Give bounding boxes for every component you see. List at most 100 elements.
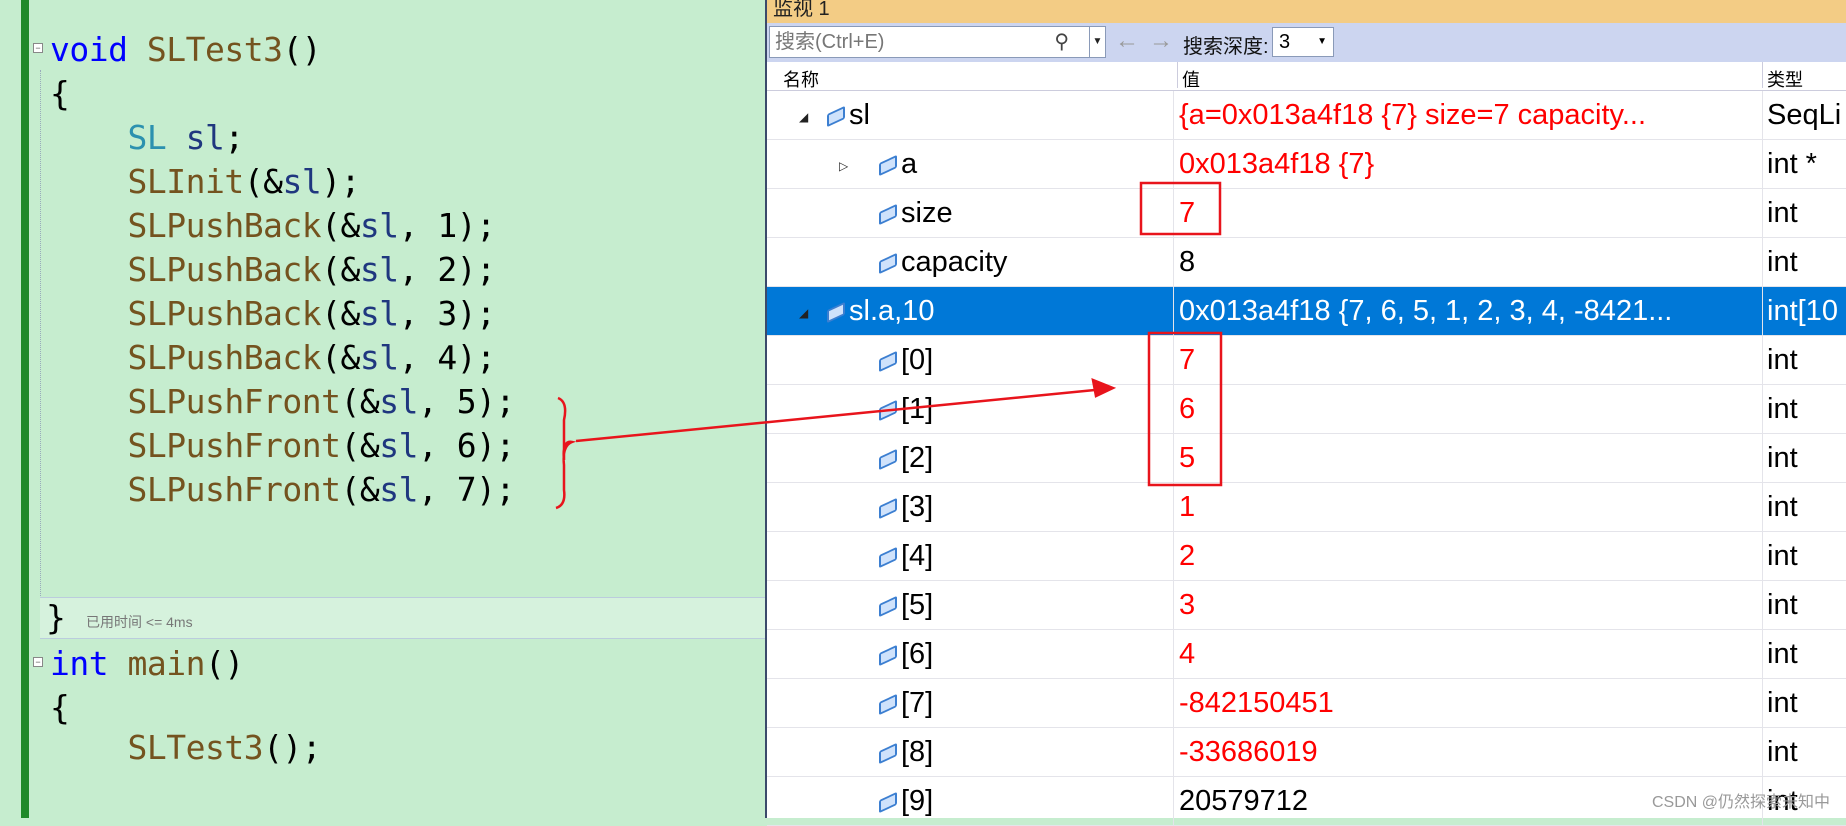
watch-value-cell[interactable]: 1 <box>1173 483 1846 531</box>
search-depth-value: 3 <box>1279 31 1291 53</box>
watch-name: sl <box>849 99 870 131</box>
variable-icon <box>879 203 897 226</box>
code-token: SLInit <box>127 162 244 201</box>
code-token: sl <box>185 118 225 157</box>
watch-name: [1] <box>901 393 934 425</box>
search-depth-label: 搜索深度: <box>1183 36 1269 58</box>
column-type[interactable]: 类型 <box>1762 62 1803 90</box>
watch-name: capacity <box>901 246 1008 278</box>
code-line: SLPushFront(&sl, 6); <box>50 424 515 468</box>
watch-value-cell[interactable]: 7 <box>1173 336 1846 384</box>
code-line: SLTest3(); <box>50 726 321 770</box>
column-name[interactable]: 名称 <box>783 66 819 92</box>
fold-toggle-icon[interactable]: − <box>33 657 43 667</box>
watch-type-cell: int <box>1762 336 1846 384</box>
watch-row[interactable]: capacity 8 int <box>767 238 1846 287</box>
code-token: , 3); <box>398 294 496 333</box>
watch-name-cell: [1] <box>767 385 1172 433</box>
search-options-dropdown-icon[interactable]: ▼ <box>1089 27 1105 57</box>
watch-name: [8] <box>901 736 934 768</box>
watch-value-cell[interactable]: -33686019 <box>1173 728 1846 776</box>
search-placeholder: 搜索(Ctrl+E) <box>775 31 885 53</box>
watch-row[interactable]: size 7 int <box>767 189 1846 238</box>
search-depth-select[interactable]: 3 ▼ <box>1272 27 1334 57</box>
watch-value-cell[interactable]: {a=0x013a4f18 {7} size=7 capacity... <box>1173 91 1846 139</box>
code-editor[interactable]: − − void SLTest3(){ SL sl; SLInit(&sl); … <box>0 0 765 818</box>
watch-name: [2] <box>901 442 934 474</box>
watch-row[interactable]: [3] 1 int <box>767 483 1846 532</box>
code-token: SLPushBack <box>127 250 322 289</box>
variable-icon <box>879 350 897 373</box>
watch-row[interactable]: [8] -33686019 int <box>767 728 1846 777</box>
watch-value-cell[interactable]: 3 <box>1173 581 1846 629</box>
watch-value-cell[interactable]: -842150451 <box>1173 679 1846 727</box>
code-line: SL sl; <box>50 116 244 160</box>
code-token: (& <box>340 426 380 465</box>
watch-value-cell[interactable]: 7 <box>1173 189 1846 237</box>
watch-type-cell: int <box>1762 238 1846 286</box>
watch-row[interactable]: [0] 7 int <box>767 336 1846 385</box>
fold-toggle-icon[interactable]: − <box>33 43 43 53</box>
code-token: SLPushFront <box>127 470 341 509</box>
elapsed-time-hint: 已用时间 <= 4ms <box>86 614 193 630</box>
watch-row[interactable]: ▷ a 0x013a4f18 {7} int * <box>767 140 1846 189</box>
watch-name-cell: [6] <box>767 630 1172 678</box>
watch-name: [9] <box>901 785 934 817</box>
expanded-triangle-icon[interactable]: ◢ <box>799 289 808 335</box>
code-token: (& <box>321 294 360 333</box>
watch-row[interactable]: [4] 2 int <box>767 532 1846 581</box>
watch-row[interactable]: ◢ sl.a,10 0x013a4f18 {7, 6, 5, 1, 2, 3, 4,… <box>767 287 1846 336</box>
forward-arrow-icon[interactable]: → <box>1149 27 1173 55</box>
watch-value-cell[interactable]: 4 <box>1173 630 1846 678</box>
watch-row[interactable]: [7] -842150451 int <box>767 679 1846 728</box>
watch-name-cell: [3] <box>767 483 1172 531</box>
watch-value-cell[interactable]: 2 <box>1173 532 1846 580</box>
watch-type-cell: int <box>1762 679 1846 727</box>
code-token: sl <box>379 470 419 509</box>
watch-name-cell: capacity <box>767 238 1172 286</box>
back-arrow-icon[interactable]: ← <box>1115 27 1139 55</box>
expanded-triangle-icon[interactable]: ◢ <box>799 93 808 139</box>
watch-type-cell: int <box>1762 630 1846 678</box>
watch-value-cell[interactable]: 8 <box>1173 238 1846 286</box>
watch-row[interactable]: ◢ sl {a=0x013a4f18 {7} size=7 capacity... S… <box>767 91 1846 140</box>
watch-row[interactable]: [2] 5 int <box>767 434 1846 483</box>
search-icon[interactable]: ⚲ <box>1054 27 1069 57</box>
code-token: (& <box>321 338 360 377</box>
watch-name: [7] <box>901 687 934 719</box>
code-line: SLPushFront(&sl, 7); <box>50 468 515 512</box>
watch-name-cell: [0] <box>767 336 1172 384</box>
watch-name-cell: [7] <box>767 679 1172 727</box>
watch-row[interactable]: [5] 3 int <box>767 581 1846 630</box>
collapsed-triangle-icon[interactable]: ▷ <box>839 142 848 188</box>
watch-name: [3] <box>901 491 934 523</box>
closing-brace: } <box>46 598 66 637</box>
code-token: (& <box>321 250 360 289</box>
watch-value-cell[interactable]: 5 <box>1173 434 1846 482</box>
code-line: int main() <box>50 642 244 686</box>
code-token: SLPushBack <box>127 338 322 377</box>
code-line: { <box>50 72 70 116</box>
code-token: main <box>127 644 205 683</box>
code-token: SLPushBack <box>127 206 322 245</box>
watch-name: a <box>901 148 918 180</box>
code-token: void <box>50 30 128 69</box>
watch-value-cell[interactable]: 0x013a4f18 {7} <box>1173 140 1846 188</box>
watch-name: [6] <box>901 638 934 670</box>
watch-row[interactable]: [1] 6 int <box>767 385 1846 434</box>
search-input[interactable]: 搜索(Ctrl+E) ⚲ ▼ <box>769 26 1106 58</box>
watch-value-cell[interactable]: 0x013a4f18 {7, 6, 5, 1, 2, 3, 4, -8421..… <box>1173 287 1846 335</box>
column-value[interactable]: 值 <box>1177 62 1200 90</box>
watch-value-cell[interactable]: 6 <box>1173 385 1846 433</box>
code-token: SLPushFront <box>127 382 341 421</box>
code-token: () <box>204 644 244 683</box>
watch-type-cell: int * <box>1762 140 1846 188</box>
watch-row[interactable]: [6] 4 int <box>767 630 1846 679</box>
code-token: int <box>50 644 109 683</box>
watch-type-cell: int <box>1762 189 1846 237</box>
